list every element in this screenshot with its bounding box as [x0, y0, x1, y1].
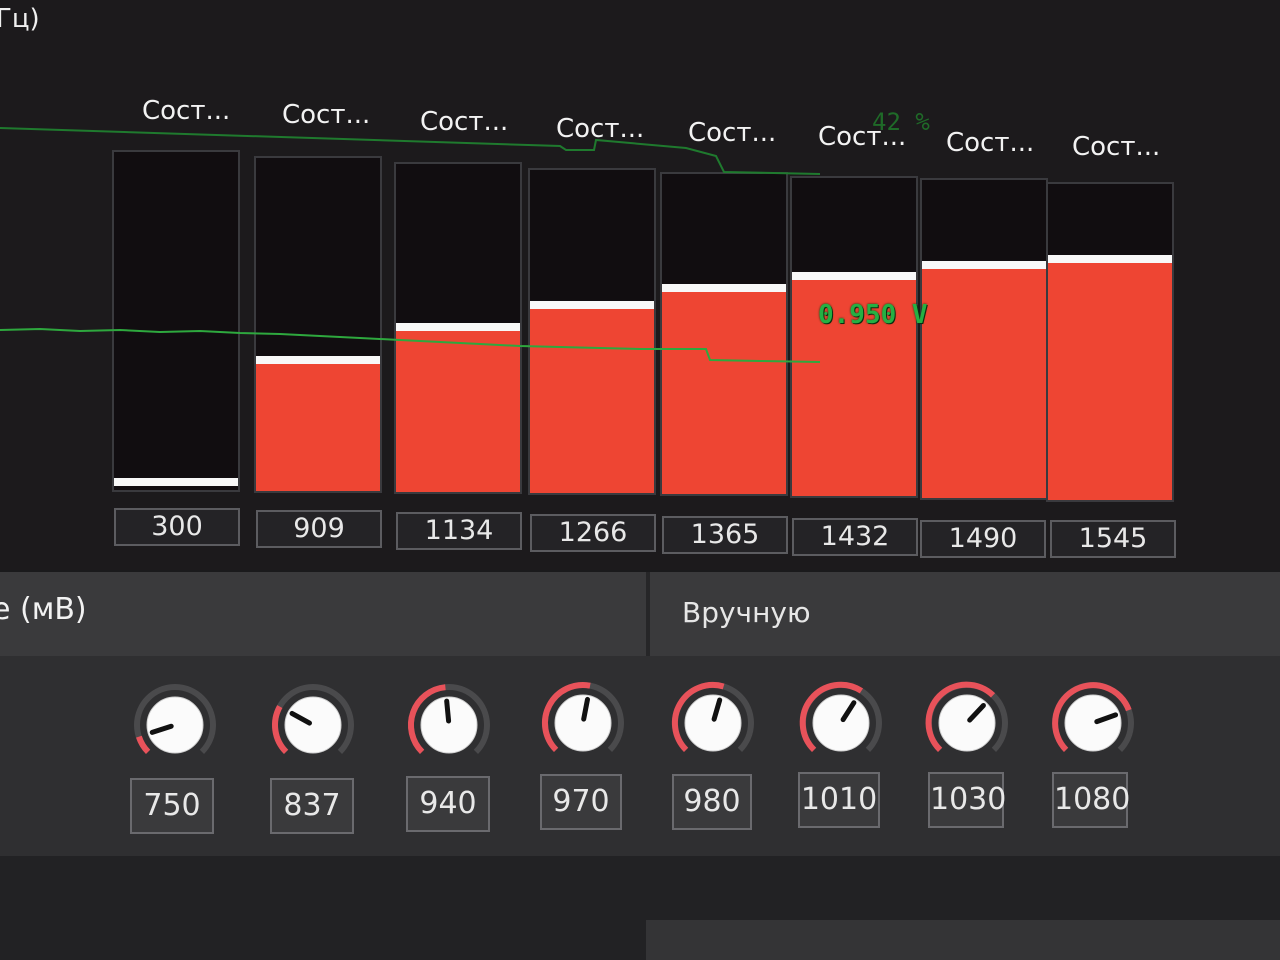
frequency-fill [256, 364, 380, 491]
voltage-readout: 0.950 V [818, 300, 928, 330]
frequency-value-field-7[interactable]: 1490 [920, 520, 1046, 558]
load-percent-readout: 42 % [872, 108, 930, 136]
voltage-knob-8[interactable] [1048, 678, 1138, 768]
voltage-value-field-7[interactable]: 1030 [928, 772, 1006, 828]
voltage-value-field-8[interactable]: 1080 [1052, 772, 1130, 828]
header-divider [646, 572, 650, 656]
frequency-fill [396, 331, 520, 492]
voltage-knob-5[interactable] [668, 678, 758, 768]
state-label-3: Сост... [420, 107, 509, 137]
frequency-handle[interactable] [396, 323, 520, 331]
frequency-value-field-4[interactable]: 1266 [530, 514, 656, 552]
frequency-slider-1[interactable] [112, 150, 240, 492]
frequency-slider-5[interactable] [660, 172, 788, 496]
frequency-fill [530, 309, 654, 493]
frequency-handle[interactable] [662, 284, 786, 292]
frequency-value-field-1[interactable]: 300 [114, 508, 240, 546]
knob-pointer [444, 698, 452, 724]
frequency-slider-6[interactable] [790, 176, 918, 498]
voltage-value-field-5[interactable]: 980 [672, 774, 752, 830]
frequency-slider-3[interactable] [394, 162, 522, 494]
voltage-mode-select[interactable]: Вручную [682, 596, 811, 629]
frequency-handle[interactable] [922, 261, 1046, 269]
voltage-value-field-4[interactable]: 970 [540, 774, 622, 830]
frequency-slider-4[interactable] [528, 168, 656, 495]
frequency-value-field-3[interactable]: 1134 [396, 512, 522, 550]
state-label-2: Сост... [282, 100, 371, 130]
voltage-value-field-6[interactable]: 1010 [798, 772, 880, 828]
frequency-handle[interactable] [256, 356, 380, 364]
frequency-value-field-6[interactable]: 1432 [792, 518, 918, 556]
voltage-knob-3[interactable] [404, 680, 494, 770]
frequency-slider-2[interactable] [254, 156, 382, 493]
voltage-header-bar [0, 572, 1280, 656]
frequency-value-field-5[interactable]: 1365 [662, 516, 788, 554]
bottom-panel [646, 920, 1280, 960]
voltage-knob-2[interactable] [268, 680, 358, 770]
voltage-knob-1[interactable] [130, 680, 220, 770]
frequency-unit-label: Гц) [0, 4, 40, 34]
voltage-knob-6[interactable] [796, 678, 886, 768]
frequency-fill [1048, 263, 1172, 500]
frequency-fill [662, 292, 786, 494]
frequency-handle[interactable] [1048, 255, 1172, 263]
frequency-handle[interactable] [792, 272, 916, 280]
state-label-7: Сост... [946, 128, 1035, 158]
frequency-value-field-8[interactable]: 1545 [1050, 520, 1176, 558]
voltage-knob-7[interactable] [922, 678, 1012, 768]
frequency-handle[interactable] [530, 301, 654, 309]
frequency-handle[interactable] [114, 478, 238, 486]
state-label-1: Сост... [142, 96, 231, 126]
state-label-8: Сост... [1072, 132, 1161, 162]
frequency-slider-8[interactable] [1046, 182, 1174, 502]
frequency-fill [922, 269, 1046, 498]
frequency-slider-7[interactable] [920, 178, 1048, 500]
voltage-value-field-3[interactable]: 940 [406, 776, 490, 832]
voltage-value-field-1[interactable]: 750 [130, 778, 214, 834]
voltage-value-field-2[interactable]: 837 [270, 778, 354, 834]
voltage-knob-4[interactable] [538, 678, 628, 768]
state-label-5: Сост... [688, 118, 777, 148]
voltage-section-title: e (мВ) [0, 592, 87, 627]
frequency-value-field-2[interactable]: 909 [256, 510, 382, 548]
state-label-4: Сост... [556, 114, 645, 144]
